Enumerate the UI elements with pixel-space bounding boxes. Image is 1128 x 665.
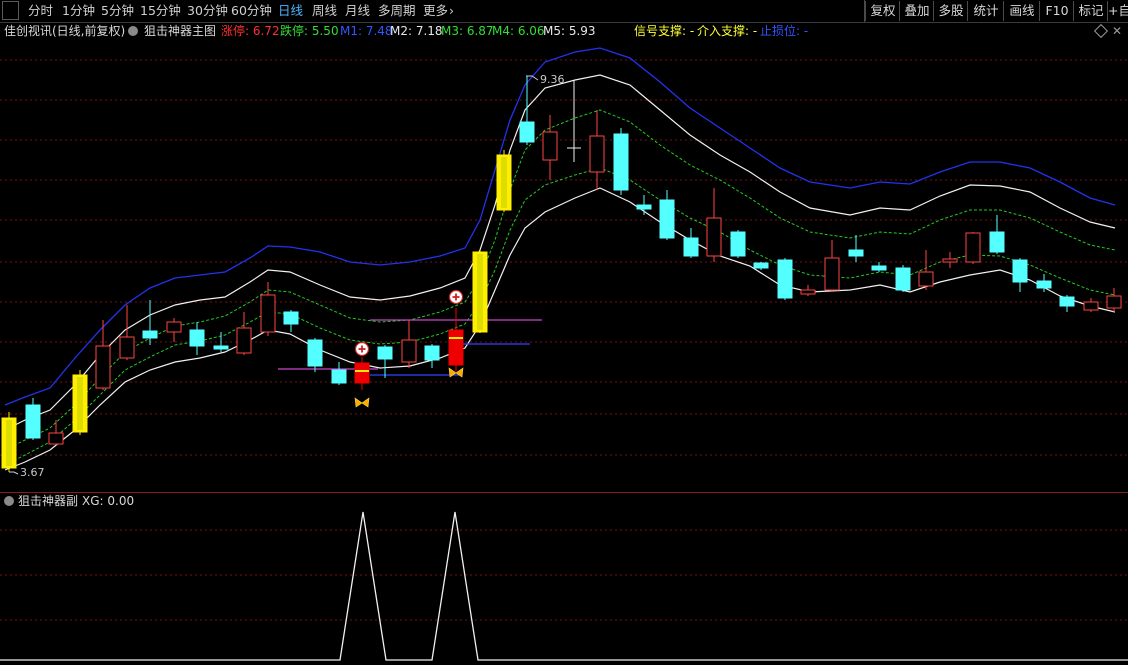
candle-body-up (119, 336, 135, 359)
candle-body-down (1012, 259, 1028, 283)
candle-body-highlight (501, 157, 507, 208)
candle-body-up (1083, 301, 1099, 311)
candle-body-up (965, 232, 981, 263)
butterfly-icon (354, 397, 370, 408)
candle-body-signal (448, 329, 464, 366)
xg-value: XG: 0.00 (82, 494, 135, 508)
candle-body-down (636, 204, 652, 210)
candle-body-up (589, 135, 605, 173)
candle-body-down (683, 237, 699, 257)
xg-signal-line (0, 511, 1128, 661)
candle-body-down (989, 231, 1005, 253)
candle-body-down (331, 369, 347, 384)
candle-body-down (730, 231, 746, 257)
pane-separator (0, 492, 1128, 493)
candle-body-up (236, 327, 252, 354)
low-price-label: 3.67 (20, 466, 45, 479)
candle-body-signal (354, 362, 370, 384)
candle-body-up (706, 217, 722, 257)
candle-body-down (25, 404, 41, 439)
sub-indicator-name[interactable]: 狙击神器副 (18, 493, 78, 509)
low-price-pointer (9, 471, 19, 475)
kline-chart[interactable] (0, 0, 1128, 665)
candle-body-up (48, 432, 64, 445)
candle-body-up (942, 258, 958, 263)
candle-body-highlight (6, 420, 12, 466)
candle-body-down (871, 265, 887, 271)
candle-body-up (542, 131, 558, 161)
candle-body-down (1036, 280, 1052, 289)
high-price-pointer (526, 75, 539, 81)
high-price-label: 9.36 (540, 73, 565, 86)
candle-body-down (424, 345, 440, 361)
candle-body-highlight (77, 377, 83, 430)
candle-body-down (895, 267, 911, 291)
band-line-white-upper (4, 74, 1116, 431)
candle-body-down (377, 346, 393, 360)
candle-body-up (166, 321, 182, 333)
candle-body-down (307, 339, 323, 367)
candle-body-down (659, 199, 675, 239)
candle-body-up (95, 345, 111, 389)
candle-body-up (260, 294, 276, 333)
candle-body-up (800, 289, 816, 295)
candle-body-highlight (477, 254, 483, 330)
candle-body-up (918, 271, 934, 287)
band-line-green-dashed-lower (4, 167, 1116, 466)
candle-body-down (613, 133, 629, 191)
candle-body-down (142, 330, 158, 339)
sub-indicator-dropdown-icon[interactable] (4, 496, 14, 506)
candle-body-down (283, 311, 299, 325)
candle-body-down (1059, 296, 1075, 307)
candle-body-down (848, 249, 864, 257)
candle-body-up (401, 339, 417, 363)
candle-body-down (189, 329, 205, 347)
candle-body-down (519, 121, 535, 143)
candle-body-down (777, 259, 793, 299)
candle-body-up (1106, 295, 1122, 309)
candle-body-up (824, 257, 840, 291)
candle-body-down (213, 345, 229, 350)
candle-body-down (753, 262, 769, 269)
band-line-blue (4, 47, 1116, 406)
